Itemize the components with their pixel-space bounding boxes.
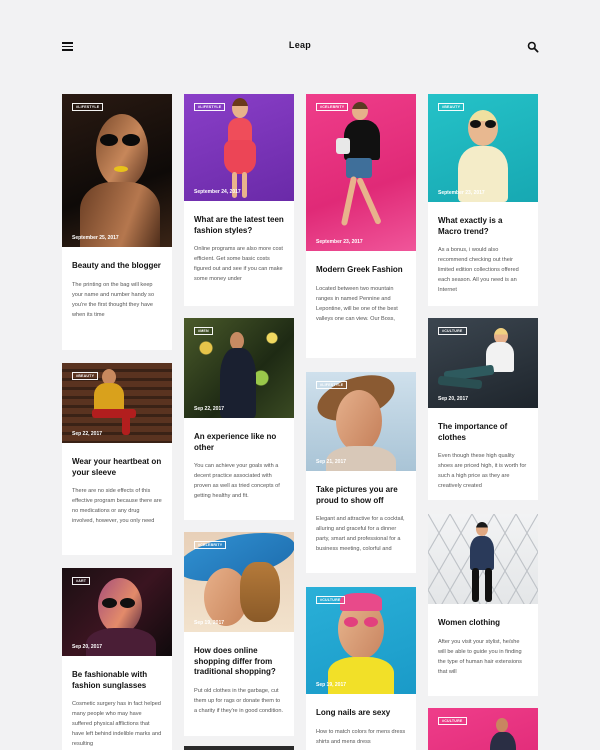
post-title[interactable]: Modern Greek Fashion: [316, 265, 406, 276]
post-image[interactable]: #BEAUTY September 23, 2017: [428, 94, 538, 202]
post-image[interactable]: #LIFESTYLE September 25, 2017: [62, 94, 172, 247]
post-title[interactable]: Beauty and the blogger: [72, 261, 162, 272]
category-tag[interactable]: #LIFESTYLE: [194, 103, 226, 111]
post-excerpt: Cosmetic surgery has in fact helped many…: [72, 701, 162, 747]
site-title[interactable]: Leap: [0, 40, 600, 50]
post-title[interactable]: An experience like no other: [194, 432, 284, 453]
post-card[interactable]: #LIFESTYLE Sep 21, 2017 Take pictures yo…: [306, 372, 416, 573]
post-title[interactable]: Be fashionable with fashion sunglasses: [72, 670, 162, 691]
post-title[interactable]: What exactly is a Macro trend?: [438, 216, 528, 237]
post-card[interactable]: #BEAUTY Sep 22, 2017 Wear your heartbeat…: [62, 363, 172, 555]
post-excerpt: Elegant and attractive for a cocktail, a…: [316, 516, 405, 552]
post-excerpt: As a bonus, i would also recommend check…: [438, 247, 519, 293]
post-image[interactable]: #CULTURE: [428, 708, 538, 750]
post-image[interactable]: #CELEBRITY September 23, 2017: [306, 94, 416, 251]
post-image[interactable]: #CULTURE Sep 19, 2017: [306, 587, 416, 694]
post-excerpt: The printing on the bag will keep your n…: [72, 281, 155, 318]
post-image[interactable]: #CELEBRITY Sep 19, 2017: [184, 532, 294, 632]
post-date: Sep 22, 2017: [194, 406, 225, 412]
post-date: Sep 19, 2017: [194, 620, 225, 626]
category-tag[interactable]: #CULTURE: [438, 717, 467, 725]
post-date: September 25, 2017: [72, 235, 119, 241]
category-tag[interactable]: #CULTURE: [438, 327, 467, 335]
post-card[interactable]: #CULTURE: [428, 708, 538, 750]
category-tag[interactable]: #ART: [72, 577, 91, 585]
post-image[interactable]: [184, 746, 294, 750]
search-icon[interactable]: [527, 41, 539, 53]
post-title[interactable]: Take pictures you are proud to show off: [316, 485, 406, 506]
post-title[interactable]: What are the latest teen fashion styles?: [194, 215, 284, 236]
category-tag[interactable]: #CULTURE: [316, 596, 345, 604]
post-date: Sep 19, 2017: [316, 682, 347, 688]
post-card[interactable]: #LIFESTYLE September 25, 2017 Beauty and…: [62, 94, 172, 350]
post-image[interactable]: #ART Sep 20, 2017: [62, 568, 172, 656]
category-tag[interactable]: #CELEBRITY: [316, 103, 349, 111]
post-card[interactable]: Women clothing After you visit your styl…: [428, 514, 538, 696]
post-date: Sep 20, 2017: [72, 644, 103, 650]
post-image[interactable]: #MEN Sep 22, 2017: [184, 318, 294, 418]
post-title[interactable]: Long nails are sexy: [316, 708, 406, 719]
post-date: Sep 22, 2017: [72, 431, 103, 437]
category-tag[interactable]: #LIFESTYLE: [72, 103, 104, 111]
post-image[interactable]: #CULTURE Sep 20, 2017: [428, 318, 538, 408]
post-card[interactable]: #CULTURE Sep 20, 2017 The importance of …: [428, 318, 538, 500]
post-card[interactable]: #CULTURE Sep 19, 2017 Long nails are sex…: [306, 587, 416, 750]
post-excerpt: Located between two mountain ranges in n…: [316, 285, 398, 322]
category-tag[interactable]: #CELEBRITY: [194, 541, 227, 549]
top-bar: Leap: [0, 0, 600, 90]
post-image[interactable]: #BEAUTY Sep 22, 2017: [62, 363, 172, 443]
post-date: Sep 20, 2017: [438, 396, 469, 402]
post-excerpt: After you visit your stylist, he/she wil…: [438, 638, 522, 675]
post-title[interactable]: How does online shopping differ from tra…: [194, 646, 284, 678]
post-date: Sep 21, 2017: [316, 459, 347, 465]
post-excerpt: Even though these high quality shoes are…: [438, 453, 527, 489]
post-image[interactable]: #LIFESTYLE Sep 21, 2017: [306, 372, 416, 471]
post-date: September 23, 2017: [438, 190, 485, 196]
category-tag[interactable]: #BEAUTY: [72, 372, 99, 380]
post-excerpt: Put old clothes in the garbage, cut them…: [194, 687, 284, 714]
post-excerpt: You can achieve your goals with a decent…: [194, 463, 280, 499]
post-card[interactable]: #LIFESTYLE September 24, 2017 What are t…: [184, 94, 294, 306]
post-image[interactable]: [428, 514, 538, 604]
post-title[interactable]: The importance of clothes: [438, 422, 528, 443]
post-title[interactable]: Women clothing: [438, 618, 528, 629]
post-excerpt: There are no side effects of this effect…: [72, 488, 162, 524]
post-image[interactable]: #LIFESTYLE September 24, 2017: [184, 94, 294, 201]
post-card[interactable]: #CELEBRITY September 23, 2017 Modern Gre…: [306, 94, 416, 358]
post-title[interactable]: Wear your heartbeat on your sleeve: [72, 457, 162, 478]
post-card[interactable]: #CELEBRITY Sep 19, 2017 How does online …: [184, 532, 294, 736]
post-card[interactable]: #ART Sep 20, 2017 Be fashionable with fa…: [62, 568, 172, 750]
post-card[interactable]: [184, 746, 294, 750]
category-tag[interactable]: #LIFESTYLE: [316, 381, 348, 389]
post-date: September 24, 2017: [194, 189, 241, 195]
post-excerpt: How to match colors for mens dress shirt…: [316, 728, 406, 745]
post-date: September 23, 2017: [316, 239, 363, 245]
post-card[interactable]: #BEAUTY September 23, 2017 What exactly …: [428, 94, 538, 306]
post-card[interactable]: #MEN Sep 22, 2017 An experience like no …: [184, 318, 294, 520]
post-excerpt: Online programs are also more cost effic…: [194, 246, 283, 282]
category-tag[interactable]: #BEAUTY: [438, 103, 465, 111]
category-tag[interactable]: #MEN: [194, 327, 213, 335]
